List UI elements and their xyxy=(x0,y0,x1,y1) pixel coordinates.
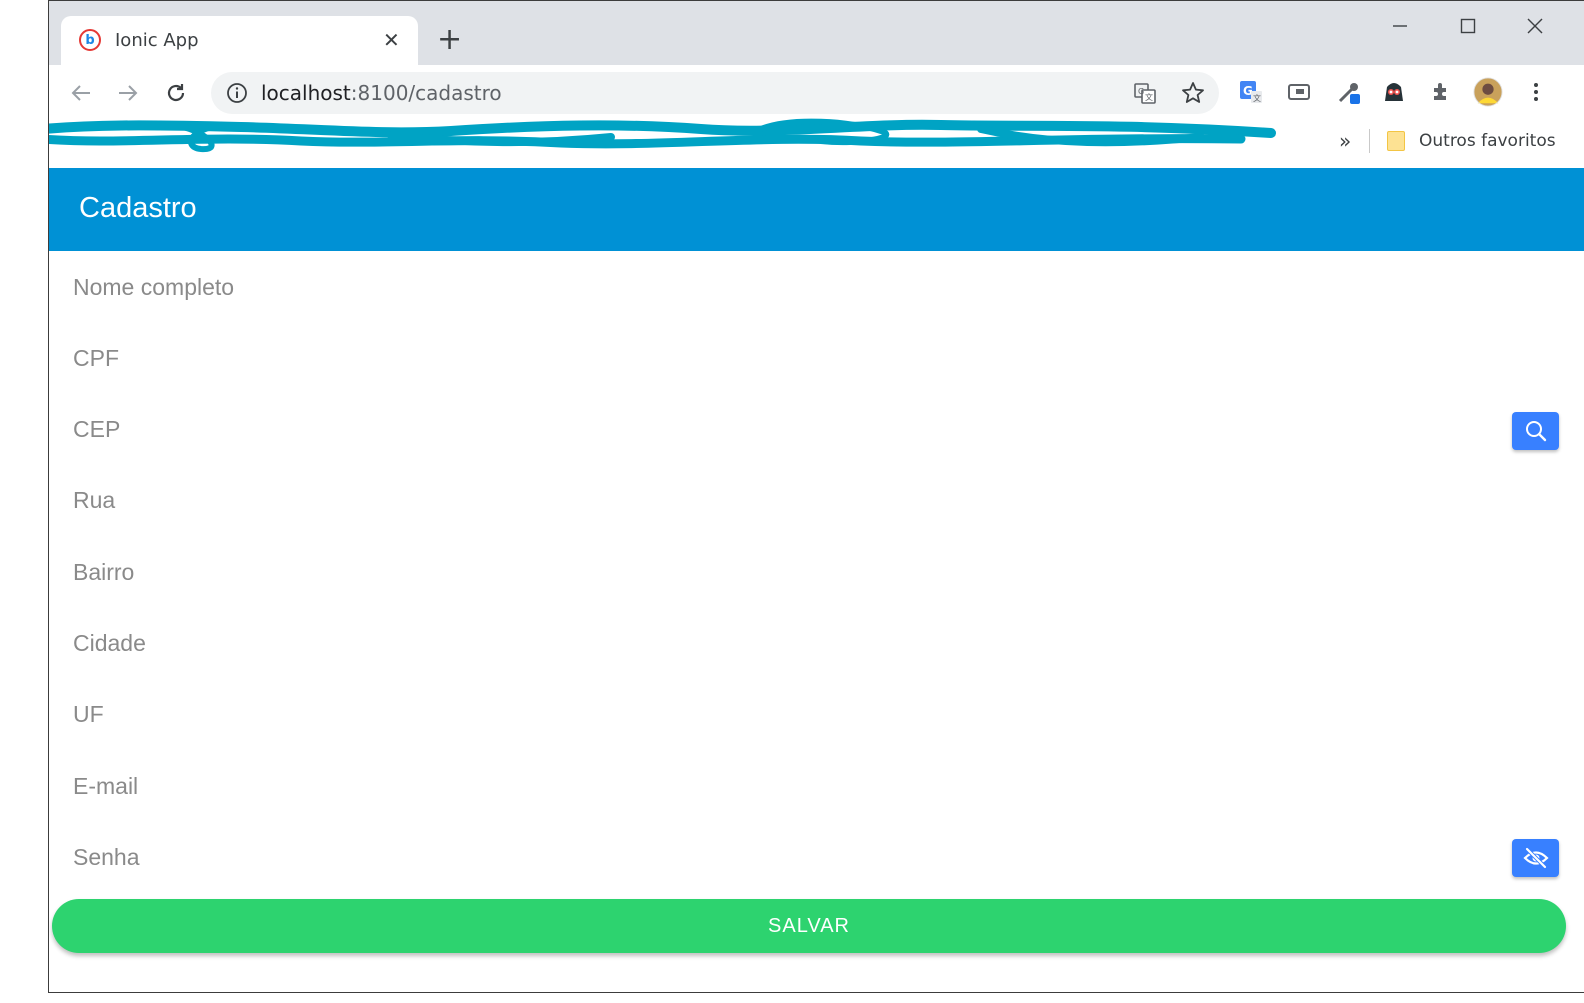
new-tab-icon[interactable]: + xyxy=(437,25,462,55)
dark-mode-extension-icon[interactable] xyxy=(1379,77,1409,107)
bairro-input[interactable] xyxy=(73,554,1473,591)
field-bairro xyxy=(49,536,1584,607)
translate-icon[interactable]: G文 xyxy=(1133,81,1157,105)
search-icon xyxy=(1525,420,1546,441)
back-icon[interactable] xyxy=(66,78,96,108)
svg-text:G: G xyxy=(1138,87,1144,96)
favicon-icon: b xyxy=(79,29,101,51)
field-cidade xyxy=(49,607,1584,678)
field-nome-completo xyxy=(49,251,1584,322)
site-info-icon[interactable] xyxy=(226,82,248,104)
eye-off-icon xyxy=(1522,847,1549,869)
address-bar[interactable]: localhost:8100/cadastro G文 xyxy=(211,72,1219,114)
reload-icon[interactable] xyxy=(161,78,191,108)
search-cep-button[interactable] xyxy=(1512,411,1559,450)
folder-icon xyxy=(1387,131,1405,151)
field-email xyxy=(49,750,1584,821)
field-cep xyxy=(49,394,1584,465)
browser-window: b Ionic App ✕ + localhost:8100/cadastro … xyxy=(48,0,1584,993)
cep-input[interactable] xyxy=(73,411,1473,448)
minimize-icon[interactable] xyxy=(1382,11,1418,41)
bookmark-folder-label: Outros favoritos xyxy=(1419,131,1556,151)
google-translate-extension-icon[interactable]: G文 xyxy=(1236,77,1266,107)
tab-ionic-app[interactable]: b Ionic App ✕ xyxy=(61,16,418,66)
tab-title: Ionic App xyxy=(115,30,199,51)
maximize-icon[interactable] xyxy=(1450,11,1486,41)
nome-completo-input[interactable] xyxy=(73,269,1473,305)
email-input[interactable] xyxy=(73,768,1473,805)
forward-icon[interactable] xyxy=(113,78,143,108)
bookmarks-bar: » Outros favoritos xyxy=(49,118,1584,167)
bookmark-star-icon[interactable] xyxy=(1181,81,1205,105)
app-header: Cadastro xyxy=(49,168,1584,251)
cadastro-form xyxy=(49,251,1584,893)
bookmarks-overflow-icon[interactable]: » xyxy=(1339,129,1351,153)
field-senha xyxy=(49,821,1584,892)
field-cpf xyxy=(49,322,1584,393)
cidade-input[interactable] xyxy=(73,625,1473,662)
extensions-puzzle-icon[interactable] xyxy=(1427,77,1457,107)
url-host: localhost xyxy=(261,81,351,105)
url-text: localhost:8100/cadastro xyxy=(261,81,502,105)
bookmarks-separator xyxy=(1369,129,1370,153)
page-title: Cadastro xyxy=(79,192,197,224)
cpf-input[interactable] xyxy=(73,340,1473,377)
field-rua xyxy=(49,465,1584,536)
save-button[interactable]: SALVAR xyxy=(52,899,1566,953)
bookmark-folder-outros-favoritos[interactable]: Outros favoritos xyxy=(1387,129,1556,153)
field-uf xyxy=(49,679,1584,750)
tab-close-icon[interactable]: ✕ xyxy=(383,28,400,52)
browser-toolbar: localhost:8100/cadastro G文 G文 xyxy=(49,65,1584,120)
svg-text:文: 文 xyxy=(1253,93,1261,103)
tab-strip: b Ionic App ✕ + xyxy=(49,1,1584,66)
browser-menu-icon[interactable] xyxy=(1521,77,1551,107)
rua-input[interactable] xyxy=(73,482,1473,519)
cast-extension-icon[interactable] xyxy=(1284,77,1314,107)
close-window-icon[interactable] xyxy=(1517,11,1553,41)
url-path: :8100/cadastro xyxy=(350,81,502,105)
uf-input[interactable] xyxy=(73,696,1473,733)
eyedropper-extension-icon[interactable] xyxy=(1334,77,1364,107)
toggle-password-button[interactable] xyxy=(1512,839,1559,878)
svg-text:文: 文 xyxy=(1145,92,1153,102)
senha-input[interactable] xyxy=(73,839,1473,876)
profile-avatar[interactable] xyxy=(1473,77,1503,107)
redaction-scribble xyxy=(49,118,1276,153)
